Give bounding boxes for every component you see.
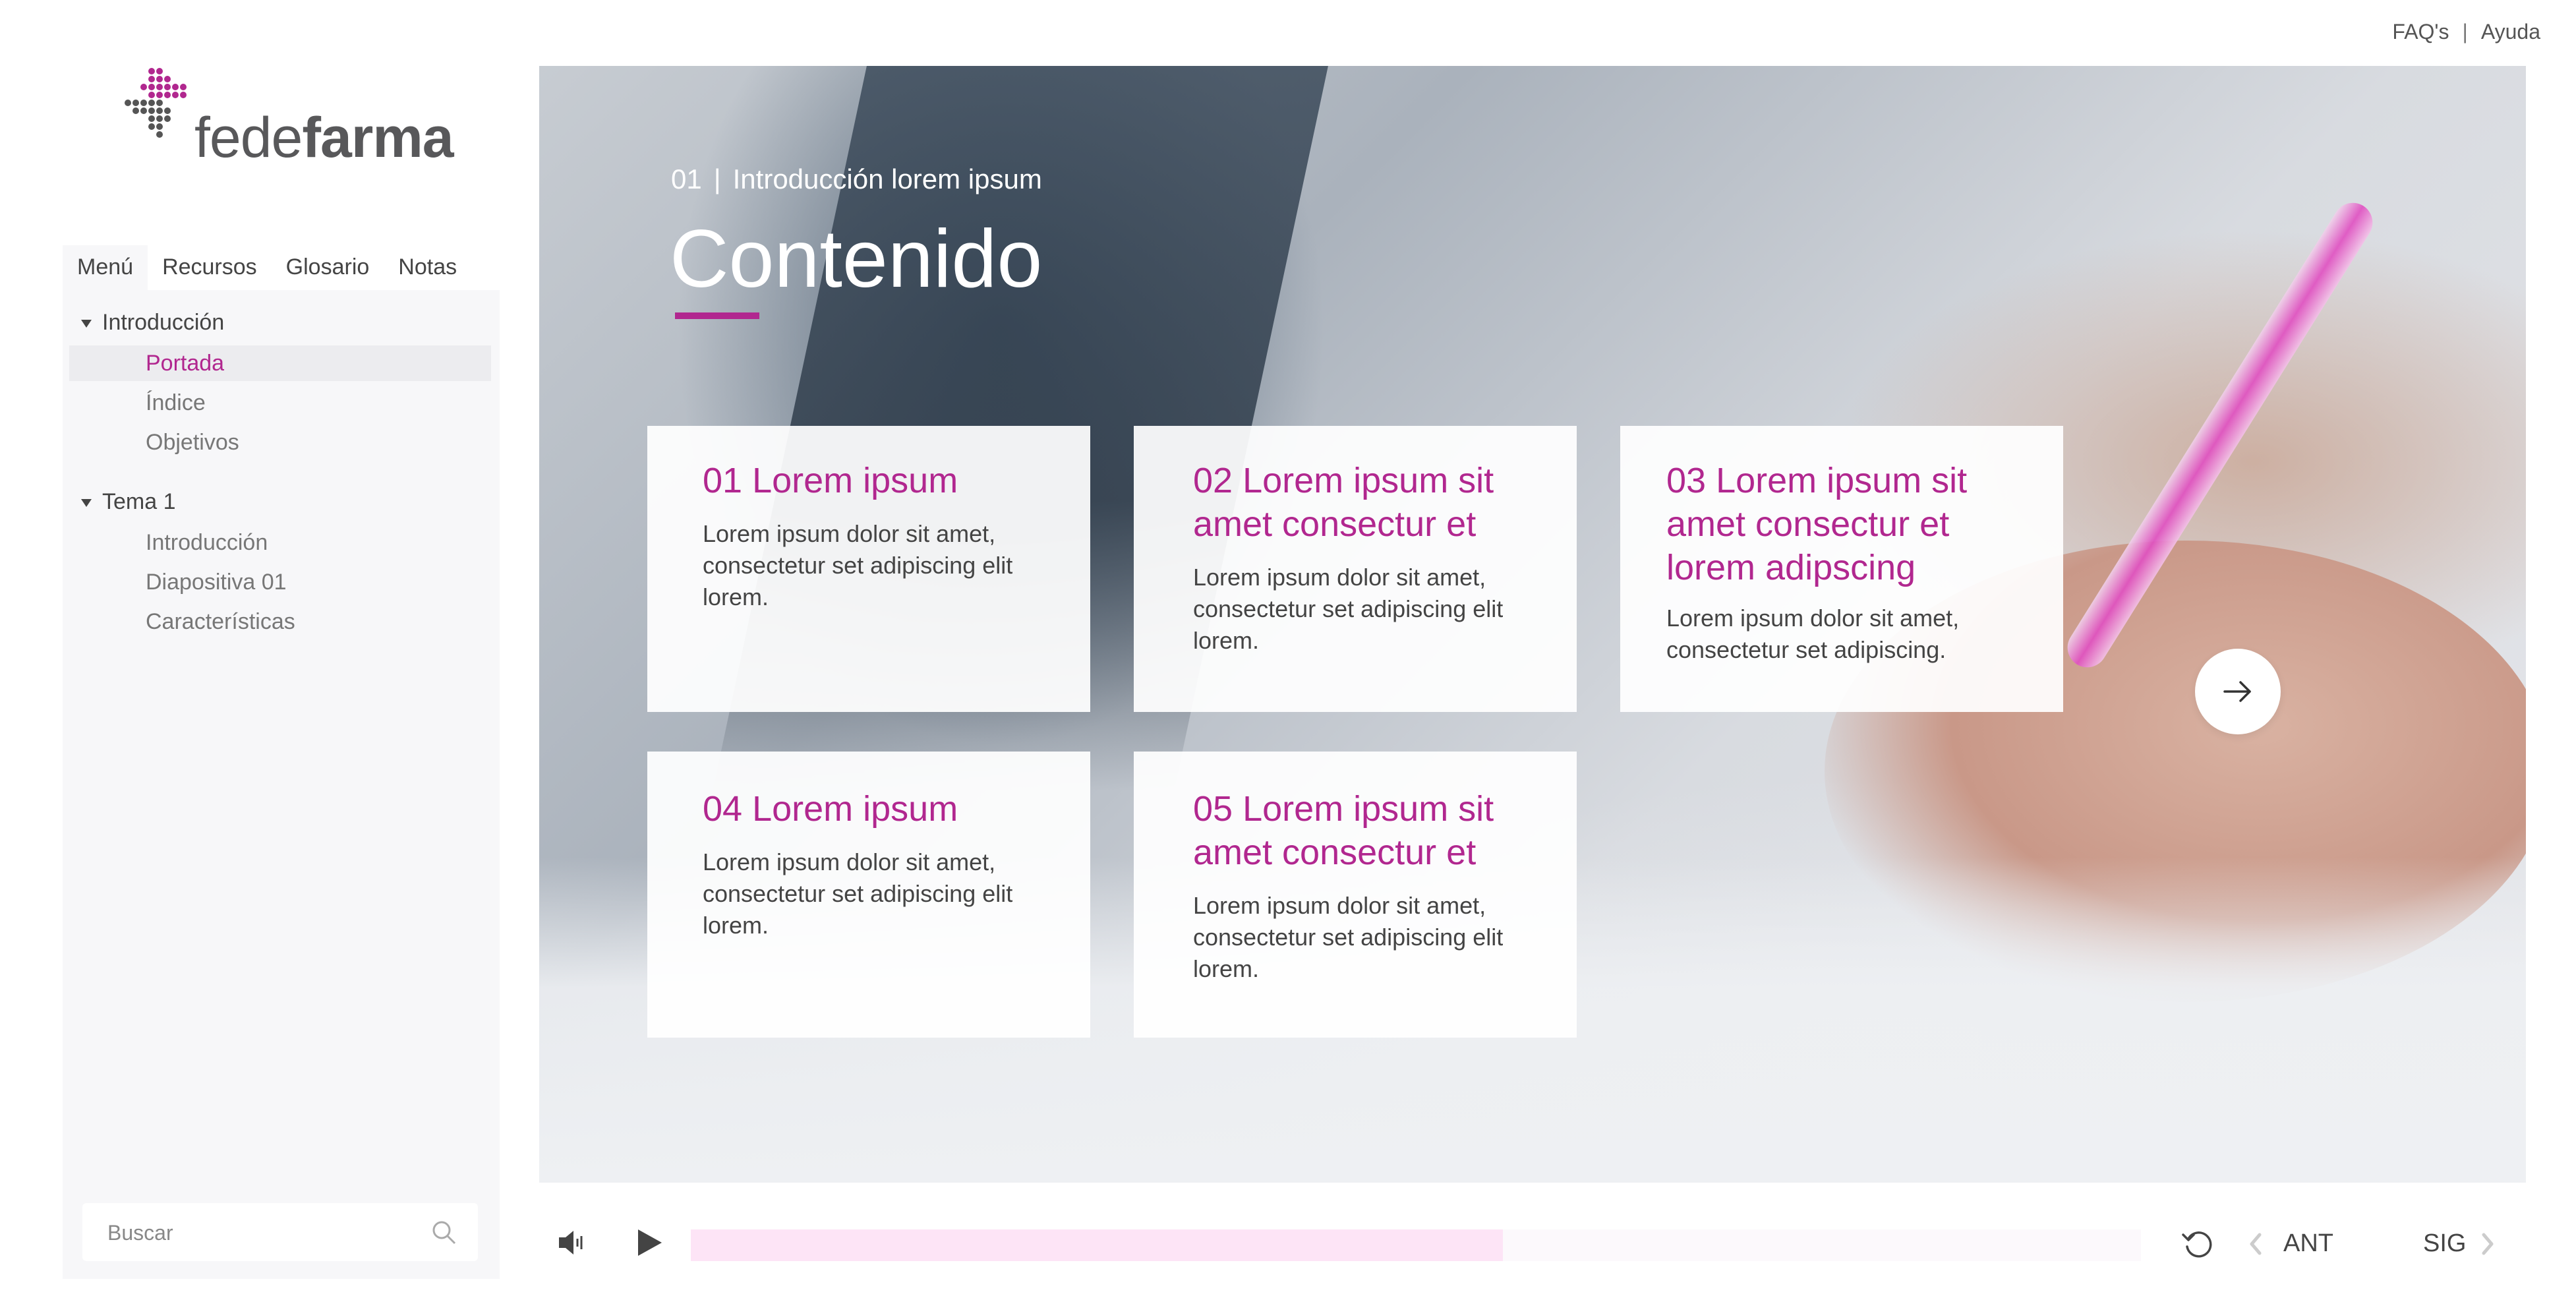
card-body: Lorem ipsum dolor sit amet, consectetur … bbox=[1193, 892, 1504, 982]
content-card-02[interactable]: 02 Lorem ipsum sit amet consectur et Lor… bbox=[1134, 426, 1577, 712]
content-card-05[interactable]: 05 Lorem ipsum sit amet consectur et Lor… bbox=[1134, 752, 1577, 1038]
progress-bar[interactable] bbox=[691, 1229, 2141, 1261]
logo-mark-icon bbox=[125, 68, 187, 138]
menu-group-tema-1[interactable]: Tema 1 bbox=[81, 489, 176, 515]
slide-hero: 01 | Introducción lorem ipsum Contenido 01… bbox=[539, 66, 2526, 1183]
search-icon[interactable] bbox=[430, 1219, 457, 1245]
menu-item-portada[interactable]: Portada bbox=[69, 345, 491, 381]
breadcrumb-separator: | bbox=[713, 163, 721, 194]
content-card-04[interactable]: 04 Lorem ipsum Lorem ipsum dolor sit ame… bbox=[647, 752, 1090, 1038]
progress-fill bbox=[691, 1229, 1503, 1261]
search-box bbox=[82, 1203, 478, 1261]
menu-panel: Introducción Portada Índice Objetivos Te… bbox=[63, 290, 500, 1279]
search-input[interactable] bbox=[106, 1216, 412, 1249]
sidebar: fedefarma Menú Recursos Glosario Notas I… bbox=[63, 0, 500, 1279]
help-link[interactable]: Ayuda bbox=[2481, 20, 2540, 44]
card-body: Lorem ipsum dolor sit amet, consectetur … bbox=[703, 520, 1013, 610]
faq-link[interactable]: FAQ's bbox=[2392, 20, 2449, 44]
brand-name-light: fede bbox=[194, 106, 303, 169]
slide-title: Contenido bbox=[670, 214, 1043, 305]
chevron-left-icon[interactable] bbox=[2246, 1231, 2265, 1257]
top-links: FAQ's | Ayuda bbox=[2392, 20, 2540, 44]
tab-glosario[interactable]: Glosario bbox=[272, 245, 384, 290]
next-cards-button[interactable] bbox=[2195, 649, 2281, 734]
brand-logo[interactable]: fedefarma bbox=[122, 66, 454, 171]
replay-icon[interactable] bbox=[2179, 1226, 2216, 1262]
card-body: Lorem ipsum dolor sit amet, consectetur … bbox=[1666, 605, 1960, 663]
expand-triangle-icon bbox=[81, 320, 92, 328]
card-title: 02 Lorem ipsum sit amet consectur et bbox=[1193, 461, 1494, 544]
play-icon[interactable] bbox=[631, 1226, 666, 1260]
menu-item-caracteristicas[interactable]: Características bbox=[69, 604, 491, 639]
card-title: 05 Lorem ipsum sit amet consectur et bbox=[1193, 789, 1494, 872]
chevron-right-icon[interactable] bbox=[2478, 1231, 2497, 1257]
menu-item-diapositiva-01[interactable]: Diapositiva 01 bbox=[69, 564, 491, 600]
slide-number: 01 bbox=[671, 163, 702, 194]
tab-notas[interactable]: Notas bbox=[384, 245, 471, 290]
volume-icon[interactable] bbox=[555, 1226, 589, 1260]
tab-menu[interactable]: Menú bbox=[63, 245, 148, 290]
brand-name-bold: farma bbox=[302, 106, 454, 169]
card-body: Lorem ipsum dolor sit amet, consectetur … bbox=[1193, 564, 1504, 654]
menu-group-introduccion[interactable]: Introducción bbox=[81, 310, 224, 336]
brand-wordmark: fedefarma bbox=[194, 105, 454, 171]
content-card-03[interactable]: 03 Lorem ipsum sit amet consectur et lor… bbox=[1620, 426, 2063, 712]
slide-section: Introducción lorem ipsum bbox=[732, 163, 1042, 194]
menu-item-introduccion[interactable]: Introducción bbox=[69, 525, 491, 560]
player-bar: ANT SIG bbox=[539, 1216, 2526, 1269]
prev-button[interactable]: ANT bbox=[2283, 1229, 2333, 1258]
expand-triangle-icon bbox=[81, 499, 92, 508]
title-underline bbox=[675, 312, 759, 319]
menu-item-indice[interactable]: Índice bbox=[69, 385, 491, 421]
menu-item-objetivos[interactable]: Objetivos bbox=[69, 425, 491, 460]
content-card-01[interactable]: 01 Lorem ipsum Lorem ipsum dolor sit ame… bbox=[647, 426, 1090, 712]
sidebar-tabs: Menú Recursos Glosario Notas bbox=[63, 245, 500, 290]
tab-recursos[interactable]: Recursos bbox=[148, 245, 272, 290]
card-body: Lorem ipsum dolor sit amet, consectetur … bbox=[703, 848, 1013, 939]
card-title: 03 Lorem ipsum sit amet consectur et lor… bbox=[1666, 461, 1968, 587]
menu-group-label: Tema 1 bbox=[102, 489, 176, 514]
menu-group-label: Introducción bbox=[102, 310, 225, 335]
arrow-right-icon bbox=[2223, 681, 2251, 702]
card-title: 04 Lorem ipsum bbox=[703, 789, 958, 829]
slide-breadcrumb: 01 | Introducción lorem ipsum bbox=[671, 163, 1042, 195]
next-button[interactable]: SIG bbox=[2423, 1229, 2466, 1258]
top-links-separator: | bbox=[2462, 20, 2468, 44]
card-title: 01 Lorem ipsum bbox=[703, 461, 958, 500]
